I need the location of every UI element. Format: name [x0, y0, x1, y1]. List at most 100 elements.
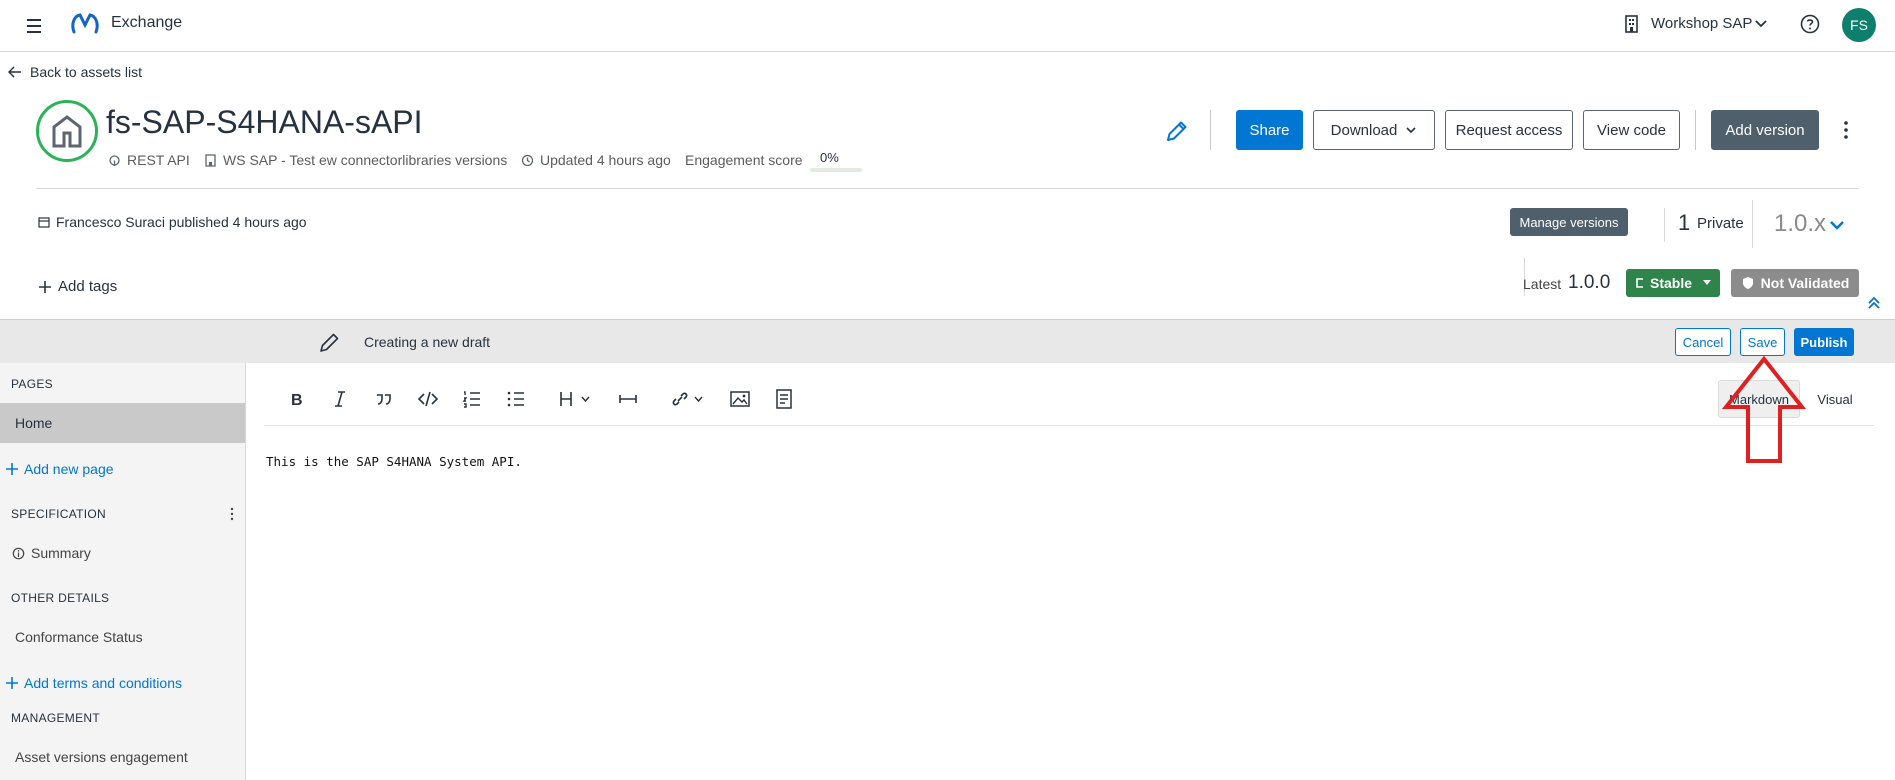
download-button-label: Download — [1330, 121, 1398, 139]
updated-label: Updated 4 hours ago — [540, 152, 671, 168]
sidebar-header-specification: SPECIFICATION — [11, 507, 107, 521]
add-version-button[interactable]: Add version — [1711, 110, 1819, 150]
info-icon — [12, 547, 25, 559]
svg-text:B: B — [291, 392, 303, 409]
building-icon — [1623, 14, 1641, 34]
arrow-left-icon — [8, 66, 21, 78]
sidebar-header-other-details: OTHER DETAILS — [11, 591, 110, 605]
add-tags-button[interactable]: Add tags — [38, 278, 117, 295]
more-options-icon[interactable] — [1838, 118, 1854, 142]
plus-icon — [6, 677, 18, 689]
heading-dropdown-icon[interactable] — [556, 387, 596, 411]
add-new-page-link[interactable]: Add new page — [6, 461, 114, 477]
italic-icon[interactable] — [328, 387, 352, 411]
sidebar-item-summary[interactable]: Summary — [12, 545, 91, 561]
annotation-arrow-up-icon — [1722, 355, 1806, 465]
not-validated-label: Not Validated — [1760, 275, 1850, 291]
cancel-button[interactable]: Cancel — [1675, 328, 1731, 356]
add-terms-label: Add terms and conditions — [24, 675, 182, 691]
plus-icon — [6, 463, 18, 475]
avatar[interactable]: FS — [1842, 8, 1876, 42]
chevron-down-icon[interactable] — [1828, 218, 1846, 232]
image-icon[interactable] — [728, 387, 752, 411]
caret-down-icon — [1703, 280, 1711, 285]
collapse-icon[interactable] — [1867, 296, 1881, 310]
add-terms-link[interactable]: Add terms and conditions — [6, 675, 182, 691]
top-bar — [0, 0, 1895, 52]
asset-api-icon — [36, 100, 98, 162]
divider — [1695, 110, 1696, 150]
plus-icon — [39, 280, 51, 293]
sidebar-item-conformance-status[interactable]: Conformance Status — [15, 629, 143, 645]
document-icon[interactable] — [772, 387, 796, 411]
draft-status: Creating a new draft — [364, 334, 491, 350]
divider — [264, 425, 1874, 426]
private-label: Private — [1697, 215, 1744, 232]
quote-icon[interactable] — [372, 387, 396, 411]
help-icon[interactable] — [1799, 13, 1821, 35]
stable-label: Stable — [1649, 275, 1692, 291]
chevron-down-icon[interactable] — [1754, 17, 1768, 31]
save-button[interactable]: Save — [1740, 328, 1785, 356]
back-link-label: Back to assets list — [30, 64, 143, 80]
divider — [1664, 208, 1665, 242]
mulesoft-logo-icon[interactable] — [70, 11, 100, 37]
shield-icon — [1742, 277, 1753, 289]
clock-icon — [521, 154, 534, 166]
edit-pencil-icon[interactable] — [1164, 118, 1190, 144]
divider — [1210, 110, 1211, 150]
page-title: fs-SAP-S4HANA-sAPI — [106, 104, 423, 140]
share-button[interactable]: Share — [1236, 110, 1303, 150]
divider — [36, 188, 1859, 189]
engagement-score-value: 0% — [820, 150, 839, 165]
sidebar-item-summary-label: Summary — [31, 545, 91, 561]
latest-version: 1.0.0 — [1568, 272, 1611, 293]
engagement-score-bar — [810, 168, 862, 172]
add-tags-label: Add tags — [58, 278, 118, 295]
bold-icon[interactable]: B — [284, 387, 308, 411]
code-icon[interactable] — [416, 387, 440, 411]
draft-bar — [0, 319, 1895, 363]
updated-info: Updated 4 hours ago — [521, 152, 671, 168]
add-new-page-label: Add new page — [24, 461, 114, 477]
hamburger-icon[interactable] — [22, 12, 50, 40]
api-type-icon — [109, 154, 120, 166]
publish-info-text: Francesco Suraci published 4 hours ago — [56, 214, 307, 230]
asset-type-label: REST API — [127, 152, 190, 168]
publish-info: Francesco Suraci published 4 hours ago — [38, 214, 307, 230]
private-count: 1 — [1678, 210, 1691, 235]
link-dropdown-icon[interactable] — [668, 387, 708, 411]
manage-versions-button[interactable]: Manage versions — [1510, 208, 1628, 236]
latest-label: Latest — [1523, 276, 1562, 292]
business-group[interactable]: WS SAP - Test ew connectorlibraries vers… — [204, 152, 507, 168]
bullet-list-icon[interactable] — [504, 387, 528, 411]
org-switcher[interactable]: Workshop SAP — [1651, 15, 1752, 32]
publish-button[interactable]: Publish — [1794, 328, 1854, 356]
building-icon — [205, 153, 216, 167]
sidebar-item-asset-versions-engagement[interactable]: Asset versions engagement — [15, 749, 188, 765]
ordered-list-icon[interactable] — [460, 387, 484, 411]
chevron-down-icon — [1406, 127, 1416, 134]
download-button[interactable]: Download — [1313, 110, 1435, 150]
request-access-button[interactable]: Request access — [1445, 110, 1573, 150]
pencil-icon — [318, 330, 342, 354]
stable-icon — [1636, 278, 1643, 288]
sidebar-header-pages: PAGES — [11, 377, 53, 391]
calendar-icon — [38, 217, 50, 228]
app-name[interactable]: Exchange — [111, 14, 182, 32]
sidebar-header-management: MANAGEMENT — [11, 711, 101, 725]
divider — [1752, 200, 1753, 248]
not-validated-badge: Not Validated — [1731, 269, 1859, 297]
markdown-editor[interactable]: This is the SAP S4HANA System API. — [266, 454, 522, 469]
tab-visual[interactable]: Visual — [1800, 380, 1870, 418]
stable-badge[interactable]: Stable — [1626, 269, 1720, 297]
horizontal-rule-icon[interactable] — [616, 387, 640, 411]
view-code-button[interactable]: View code — [1583, 110, 1680, 150]
version-selector[interactable]: 1.0.x — [1774, 210, 1826, 238]
back-to-assets-link[interactable]: Back to assets list — [8, 64, 142, 80]
more-options-icon[interactable] — [228, 506, 236, 522]
business-group-label: WS SAP - Test ew connectorlibraries vers… — [223, 152, 508, 168]
sidebar-item-home-label: Home — [15, 415, 53, 431]
engagement-score-label: Engagement score — [685, 152, 803, 168]
engagement-score-text: Engagement score — [685, 152, 803, 168]
